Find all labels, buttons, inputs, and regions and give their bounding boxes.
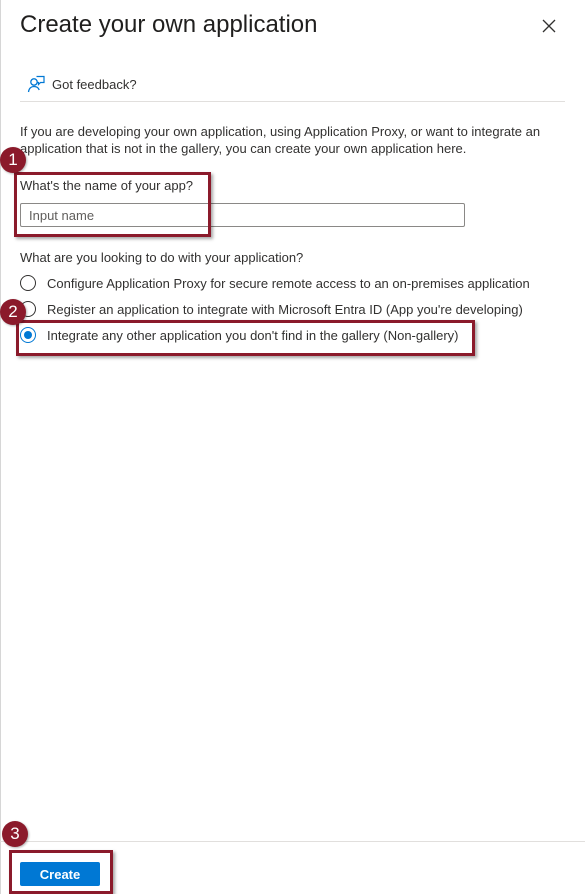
- app-name-label: What's the name of your app?: [20, 178, 194, 193]
- feedback-link[interactable]: Got feedback?: [26, 72, 137, 96]
- annotation-step-badge: 1: [0, 147, 26, 173]
- close-icon: [542, 19, 556, 33]
- intro-text: If you are developing your own applicati…: [20, 124, 541, 156]
- radio-label: Configure Application Proxy for secure r…: [47, 275, 530, 291]
- radio-label: Integrate any other application you don'…: [47, 327, 459, 343]
- radio-button-selected[interactable]: [20, 327, 36, 343]
- annotation-step-badge: 2: [0, 299, 26, 325]
- radio-option-register-app[interactable]: Register an application to integrate wit…: [20, 299, 523, 319]
- footer-divider: [0, 841, 585, 842]
- radio-option-non-gallery[interactable]: Integrate any other application you don'…: [20, 325, 459, 345]
- purpose-question: What are you looking to do with your app…: [20, 250, 304, 265]
- create-button[interactable]: Create: [20, 862, 100, 886]
- feedback-icon: [27, 75, 45, 93]
- radio-option-application-proxy[interactable]: Configure Application Proxy for secure r…: [20, 273, 530, 293]
- annotation-step-badge: 3: [2, 821, 28, 847]
- feedback-label: Got feedback?: [52, 76, 137, 92]
- radio-button[interactable]: [20, 275, 36, 291]
- radio-label: Register an application to integrate wit…: [47, 301, 523, 317]
- panel-title: Create your own application: [20, 11, 318, 38]
- close-button[interactable]: [538, 15, 560, 37]
- app-name-input[interactable]: [20, 203, 465, 227]
- panel-left-border: [0, 0, 1, 894]
- header-divider: [20, 101, 565, 102]
